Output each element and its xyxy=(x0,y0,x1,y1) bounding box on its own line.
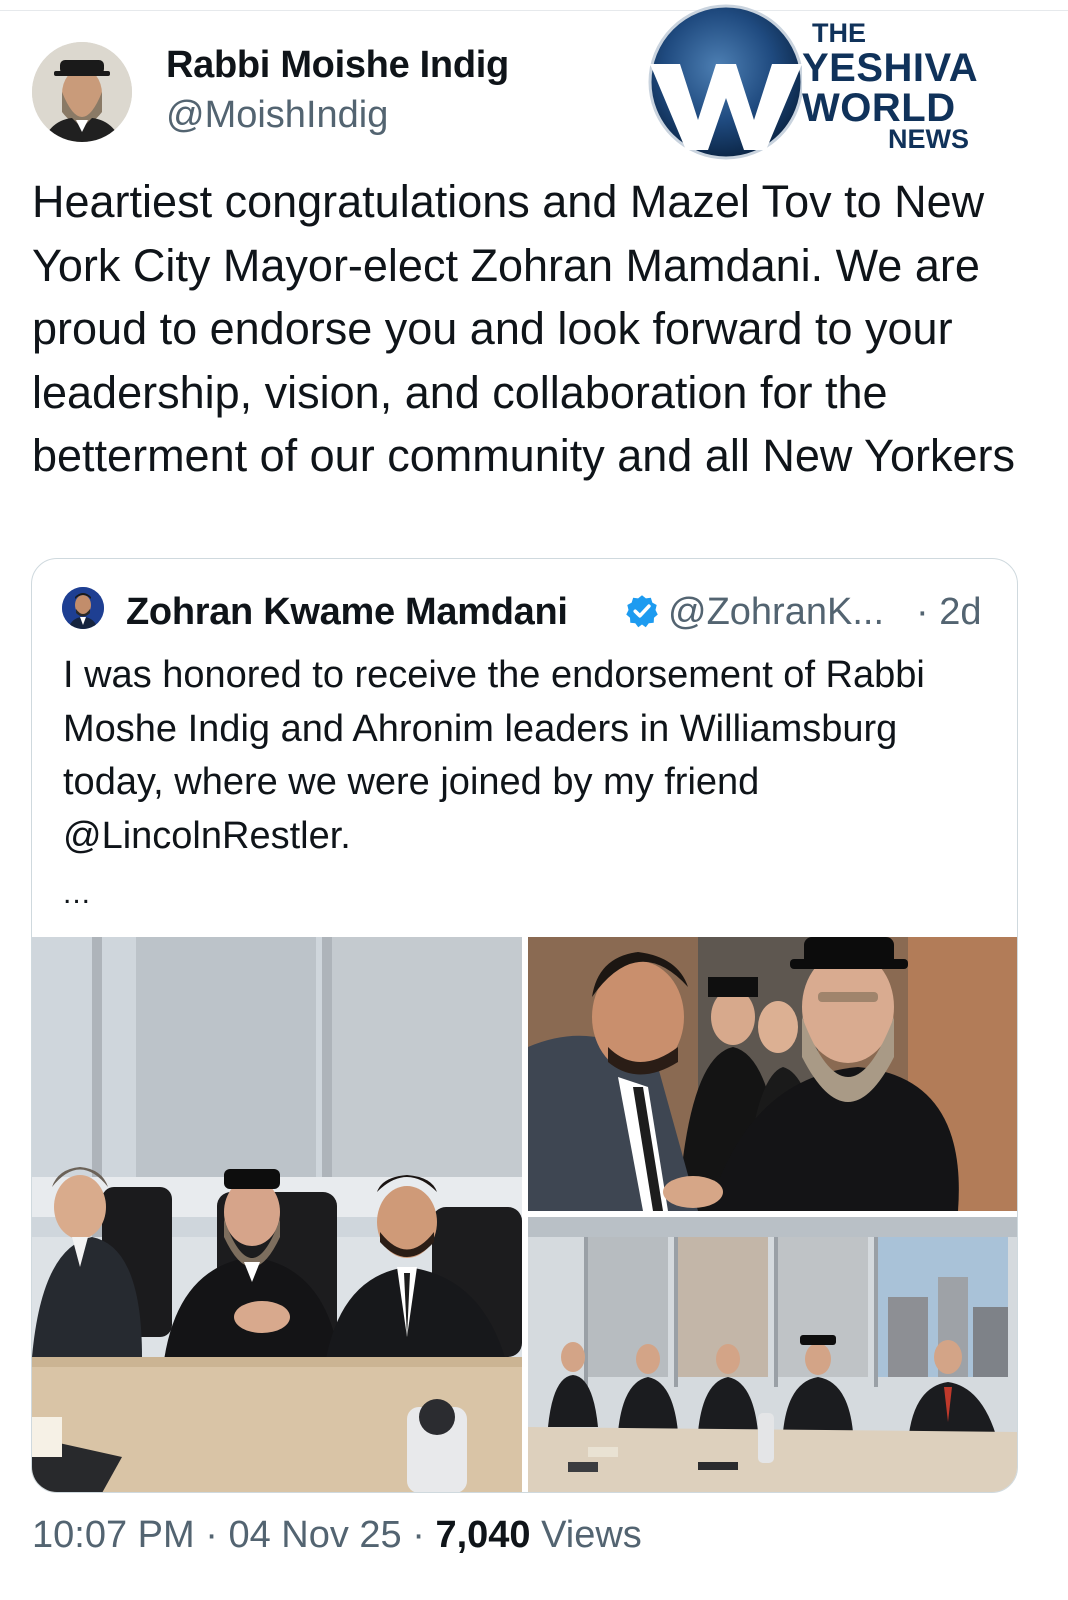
logo-text-the: THE xyxy=(812,18,866,48)
media-photo-1[interactable] xyxy=(32,937,522,1492)
views-count[interactable]: 7,040 xyxy=(435,1514,530,1556)
verified-badge-icon xyxy=(624,593,660,629)
logo-text-yeshiva: YESHIVA xyxy=(802,46,979,90)
quoted-tweet-time[interactable]: · 2d xyxy=(916,591,981,634)
quoted-tweet-card[interactable]: Zohran Kwame Mamdani @ZohranK... · 2d I … xyxy=(31,558,1018,1493)
views-label: Views xyxy=(541,1514,642,1556)
meta-separator: · xyxy=(205,1514,218,1556)
logo-text-news: NEWS xyxy=(888,124,969,154)
logo-text-world: WORLD xyxy=(802,86,956,130)
author-handle[interactable]: @MoishIndig xyxy=(166,94,388,137)
meta-separator: · xyxy=(412,1514,425,1556)
media-photo-2[interactable] xyxy=(528,937,1017,1211)
tweet-time[interactable]: 10:07 PM xyxy=(32,1514,195,1556)
author-name[interactable]: Rabbi Moishe Indig xyxy=(166,44,509,87)
author-avatar[interactable] xyxy=(32,42,132,142)
tweet-date[interactable]: 04 Nov 25 xyxy=(228,1514,401,1556)
quoted-tweet-text: I was honored to receive the endorsement… xyxy=(63,654,925,857)
tweet-meta: 10:07 PM · 04 Nov 25 · 7,040 Views xyxy=(32,1514,642,1557)
quoted-author-handle[interactable]: @ZohranK... xyxy=(668,591,884,634)
yeshiva-world-news-logo: THE YESHIVA WORLD NEWS xyxy=(636,2,1008,162)
tweet-text: Heartiest congratulations and Mazel Tov … xyxy=(32,176,1015,481)
media-photo-3[interactable] xyxy=(528,1217,1017,1492)
quoted-tweet-truncation: ... xyxy=(63,877,92,910)
quoted-author-name[interactable]: Zohran Kwame Mamdani xyxy=(126,591,568,634)
quoted-author-avatar[interactable] xyxy=(62,587,104,629)
